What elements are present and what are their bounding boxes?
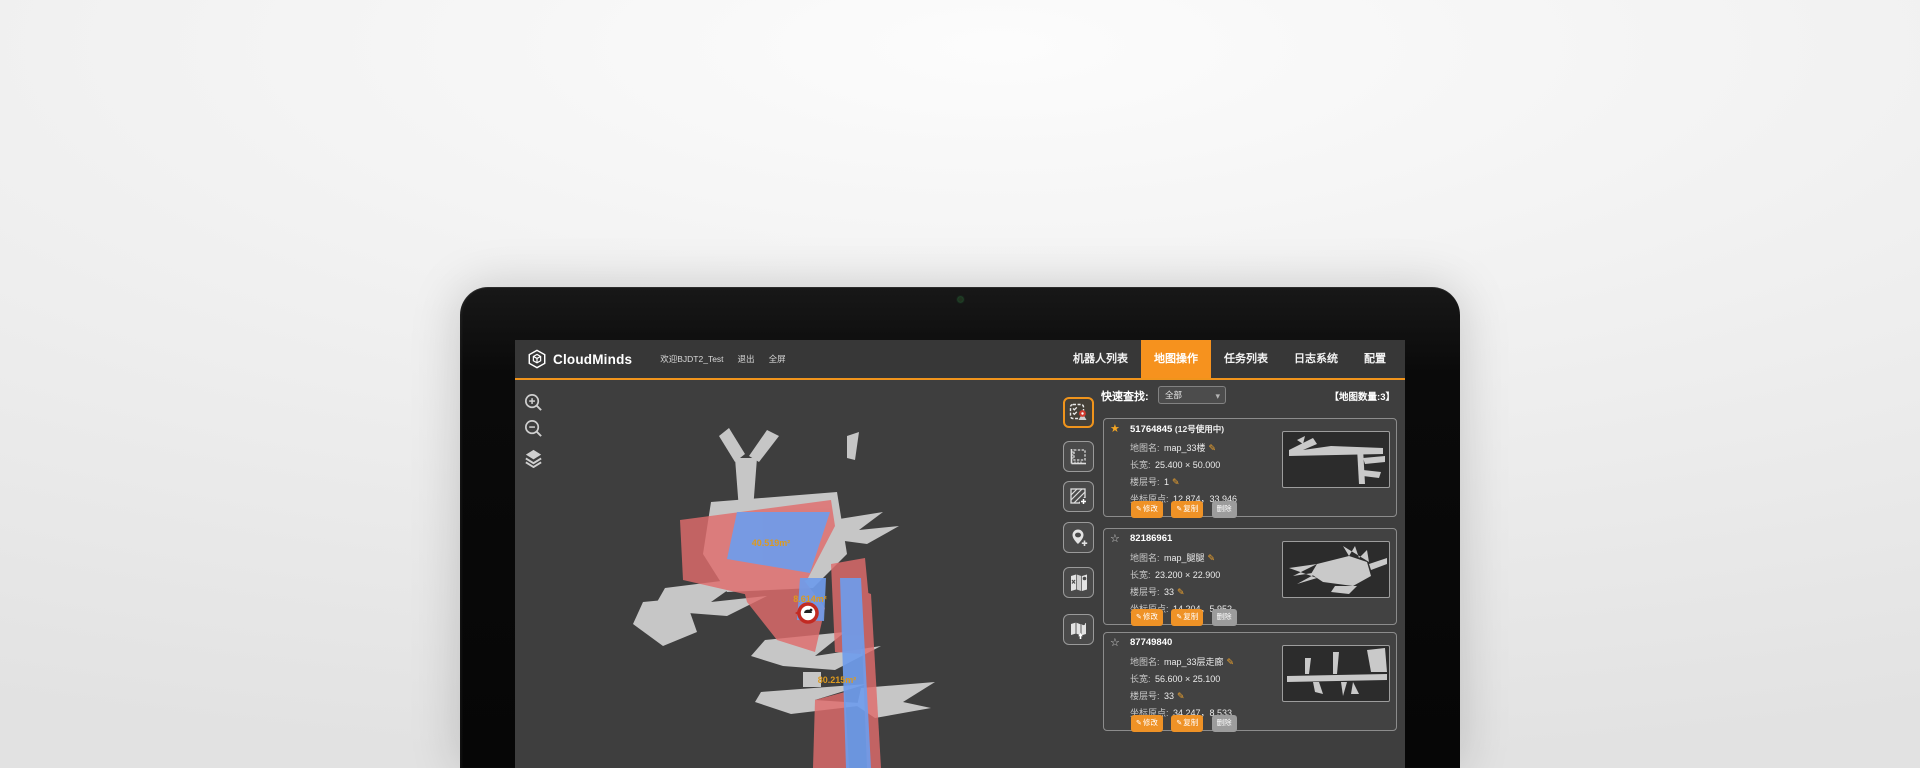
delete-map-button[interactable]: 删除 bbox=[1212, 715, 1237, 732]
map-size: 23.200 × 22.900 bbox=[1155, 570, 1220, 580]
map-marker-icon bbox=[1068, 572, 1089, 593]
nav-robot-list[interactable]: 机器人列表 bbox=[1060, 340, 1141, 378]
favorite-star-icon[interactable]: ☆ bbox=[1110, 532, 1120, 545]
edit-pencil-icon[interactable]: ✎ bbox=[1172, 477, 1180, 487]
pencil-icon: ✎ bbox=[1176, 506, 1182, 513]
map-status: (12号使用中) bbox=[1175, 424, 1224, 434]
field-label: 楼层号: bbox=[1130, 691, 1160, 701]
welcome-text: 欢迎BJDT2_Test bbox=[660, 353, 723, 365]
field-label: 楼层号: bbox=[1130, 477, 1160, 487]
map-size: 56.600 × 25.100 bbox=[1155, 674, 1220, 684]
pencil-icon: ✎ bbox=[1136, 720, 1142, 727]
field-label: 地图名: bbox=[1130, 553, 1160, 563]
nav-task-list[interactable]: 任务列表 bbox=[1211, 340, 1281, 378]
map-thumbnail[interactable] bbox=[1282, 645, 1390, 702]
field-label: 长宽: bbox=[1130, 570, 1151, 580]
map-card-title: 82186961 bbox=[1130, 533, 1172, 544]
copy-map-button[interactable]: ✎复制 bbox=[1171, 609, 1203, 626]
welcome-area: 欢迎BJDT2_Test 退出 全屏 bbox=[660, 353, 785, 365]
map-size: 25.400 × 50.000 bbox=[1155, 460, 1220, 470]
field-label: 地图名: bbox=[1130, 443, 1160, 453]
edit-map-button[interactable]: ✎修改 bbox=[1131, 609, 1163, 626]
edit-pencil-icon[interactable]: ✎ bbox=[1207, 553, 1215, 563]
map-floor: 33 bbox=[1164, 691, 1174, 701]
pencil-icon: ✎ bbox=[1176, 614, 1182, 621]
nav-map-operations[interactable]: 地图操作 bbox=[1141, 340, 1211, 378]
copy-map-button[interactable]: ✎复制 bbox=[1171, 715, 1203, 732]
map-thumbnail[interactable] bbox=[1282, 541, 1390, 598]
add-point-icon bbox=[1068, 527, 1089, 548]
map-name: map_33层走廊 bbox=[1164, 657, 1224, 667]
map-count-badge: 【地图数量:3】 bbox=[1330, 389, 1395, 403]
chevron-down-icon: ▾ bbox=[1215, 388, 1220, 404]
measure-area-icon bbox=[1068, 446, 1089, 467]
map-thumbnail[interactable] bbox=[1282, 431, 1390, 488]
zoom-in-icon[interactable] bbox=[523, 392, 544, 413]
brand-name: CloudMinds bbox=[553, 352, 632, 367]
edit-pencil-icon[interactable]: ✎ bbox=[1177, 587, 1185, 597]
delete-map-button[interactable]: 删除 bbox=[1212, 501, 1237, 518]
main-nav: 机器人列表 地图操作 任务列表 日志系统 配置 bbox=[1060, 340, 1399, 378]
pencil-icon: ✎ bbox=[1136, 614, 1142, 621]
map-card: ★ 51764845 (12号使用中) 地图名: map_33楼✎ 长宽: 25… bbox=[1103, 418, 1397, 517]
map-filter-value: 全部 bbox=[1165, 390, 1182, 400]
upload-map-icon bbox=[1068, 619, 1089, 640]
map-id: 82186961 bbox=[1130, 533, 1172, 544]
edit-map-button[interactable]: ✎修改 bbox=[1131, 501, 1163, 518]
quick-find-label: 快速查找: bbox=[1101, 388, 1149, 404]
field-label: 楼层号: bbox=[1130, 587, 1160, 597]
webcam-dot bbox=[958, 297, 963, 302]
field-label: 长宽: bbox=[1130, 674, 1151, 684]
nav-settings[interactable]: 配置 bbox=[1351, 340, 1399, 378]
pencil-icon: ✎ bbox=[1136, 506, 1142, 513]
field-label: 地图名: bbox=[1130, 657, 1160, 667]
laptop-frame: 40.519m² 8.614m² 80.215m² bbox=[460, 287, 1460, 768]
edit-pencil-icon[interactable]: ✎ bbox=[1209, 443, 1217, 453]
task-point-list-button[interactable] bbox=[1063, 397, 1094, 428]
task-point-list-icon bbox=[1068, 402, 1089, 423]
map-floor: 33 bbox=[1164, 587, 1174, 597]
map-card-title: 51764845 (12号使用中) bbox=[1130, 423, 1224, 435]
edit-pencil-icon[interactable]: ✎ bbox=[1227, 657, 1235, 667]
map-name: map_33楼 bbox=[1164, 443, 1206, 453]
app-screen: 40.519m² 8.614m² 80.215m² bbox=[515, 340, 1405, 768]
pencil-icon: ✎ bbox=[1176, 720, 1182, 727]
cloudminds-cube-icon bbox=[527, 349, 547, 369]
delete-map-button[interactable]: 删除 bbox=[1212, 609, 1237, 626]
layers-icon[interactable] bbox=[523, 447, 544, 468]
brand-logo: CloudMinds bbox=[527, 349, 632, 369]
quick-find-row: 快速查找: 全部 ▾ 【地图数量:3】 bbox=[1093, 386, 1397, 408]
fullscreen-link[interactable]: 全屏 bbox=[769, 353, 786, 365]
add-region-icon bbox=[1068, 486, 1089, 507]
map-filter-select[interactable]: 全部 ▾ bbox=[1158, 386, 1226, 404]
zoom-out-icon[interactable] bbox=[523, 418, 544, 439]
map-card: ☆ 82186961 地图名: map_腿腿✎ 长宽: 23.200 × 22.… bbox=[1103, 528, 1397, 625]
map-controls bbox=[523, 392, 544, 468]
area-label-1: 40.519m² bbox=[752, 538, 791, 548]
favorite-star-icon[interactable]: ☆ bbox=[1110, 636, 1120, 649]
map-marker-button[interactable] bbox=[1063, 567, 1094, 598]
app-header: CloudMinds 欢迎BJDT2_Test 退出 全屏 机器人列表 地图操作… bbox=[515, 340, 1405, 380]
field-label: 长宽: bbox=[1130, 460, 1151, 470]
measure-area-button[interactable] bbox=[1063, 441, 1094, 472]
add-point-button[interactable] bbox=[1063, 522, 1094, 553]
map-floor: 1 bbox=[1164, 477, 1169, 487]
map-id: 87749840 bbox=[1130, 637, 1172, 648]
edit-map-button[interactable]: ✎修改 bbox=[1131, 715, 1163, 732]
favorite-star-icon[interactable]: ★ bbox=[1110, 422, 1120, 435]
logout-link[interactable]: 退出 bbox=[738, 353, 755, 365]
map-card-title: 87749840 bbox=[1130, 637, 1172, 648]
edit-pencil-icon[interactable]: ✎ bbox=[1177, 691, 1185, 701]
map-card: ☆ 87749840 地图名: map_33层走廊✎ 长宽: 56.600 × … bbox=[1103, 632, 1397, 731]
upload-map-button[interactable] bbox=[1063, 614, 1094, 645]
area-label-3: 80.215m² bbox=[818, 675, 857, 685]
map-name: map_腿腿 bbox=[1164, 553, 1205, 563]
nav-log-system[interactable]: 日志系统 bbox=[1281, 340, 1351, 378]
map-id: 51764845 bbox=[1130, 424, 1172, 435]
copy-map-button[interactable]: ✎复制 bbox=[1171, 501, 1203, 518]
add-region-button[interactable] bbox=[1063, 481, 1094, 512]
